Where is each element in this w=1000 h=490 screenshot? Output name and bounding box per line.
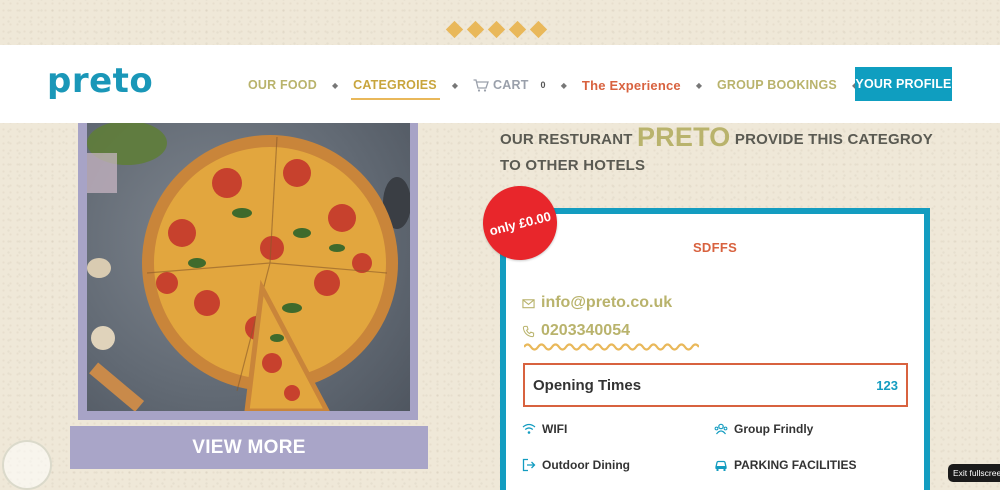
amenity-wifi: WIFI [522,422,567,436]
nav-experience[interactable]: The Experience [582,78,681,93]
phone-link[interactable]: 0203340054 [541,322,630,340]
exit-fullscreen-button[interactable]: Exit fullscreen [948,464,1000,482]
opening-times-value: 123 [876,377,898,393]
wavy-divider [524,343,699,351]
nav-categories[interactable]: CATEGROIES [351,78,440,100]
group-icon [714,423,728,435]
email-row[interactable]: info@preto.co.uk [522,294,672,312]
email-link[interactable]: info@preto.co.uk [541,294,672,312]
pizza-illustration [87,123,410,411]
amenity-label: Group Frindly [734,422,814,436]
opening-times-box[interactable]: Opening Times 123 [523,363,908,407]
heading-brand: PRETO [636,122,731,152]
product-image-frame [78,123,418,420]
amenity-parking: PARKING FACILITIES [714,458,856,472]
your-profile-button[interactable]: YOUR PROFILE [855,67,952,101]
view-more-button[interactable]: VIEW MORE [70,426,428,469]
car-icon [715,460,727,471]
nav-cart[interactable]: CART 0 [473,78,546,92]
diamond-ornament [445,20,548,39]
nav-group-bookings[interactable]: GROUP BOOKINGS [717,78,837,92]
category-card: SDFFS info@preto.co.uk 0203340054 Openin… [500,208,930,490]
mail-icon [522,298,535,308]
outdoor-icon [522,458,536,472]
pizza-image [87,123,410,411]
amenity-label: Outdoor Dining [542,458,630,472]
logo[interactable]: preto [47,61,153,101]
cart-label: CART [493,78,529,92]
phone-icon [522,325,535,337]
amenity-label: PARKING FACILITIES [734,458,857,472]
cart-icon [473,78,489,92]
wifi-icon [522,423,536,434]
opening-times-label: Opening Times [533,376,642,394]
amenity-outdoor-dining: Outdoor Dining [522,458,630,472]
nav-our-food[interactable]: OUR FOOD [248,78,317,92]
site-header: preto OUR FOOD ◆ CATEGROIES ◆ CART 0 ◆ T… [0,45,1000,123]
card-title: SDFFS [692,240,738,255]
nav-separator: ◆ [331,80,339,90]
page-heading: OUR RESTURANT PRETO PROVIDE THIS CATEGRO… [500,124,950,179]
amenity-group-friendly: Group Frindly [714,422,813,436]
main-nav: OUR FOOD ◆ CATEGROIES ◆ CART 0 ◆ The Exp… [248,75,873,100]
cart-count: 0 [540,80,546,90]
nav-separator: ◆ [451,80,459,90]
nav-separator: ◆ [560,80,567,90]
nav-separator: ◆ [695,80,702,90]
heading-pre: OUR RESTURANT [500,131,637,148]
watermark-logo [2,440,52,490]
amenity-label: WIFI [542,422,568,436]
phone-row[interactable]: 0203340054 [522,322,630,340]
